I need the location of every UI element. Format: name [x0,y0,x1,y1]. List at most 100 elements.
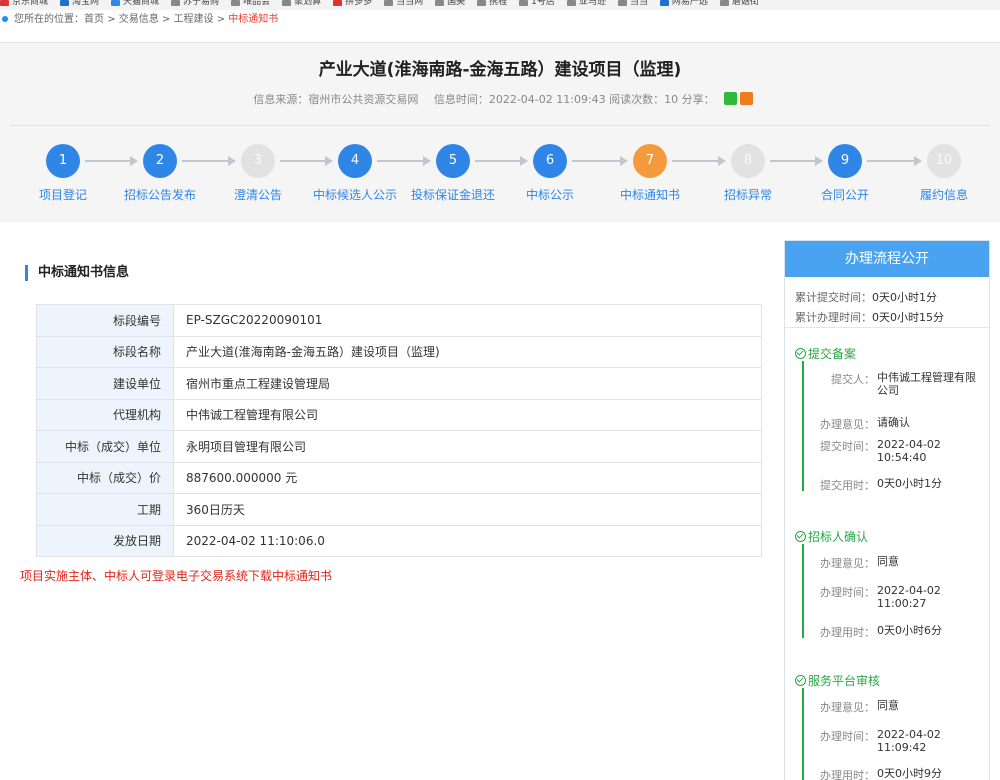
step-5-label[interactable]: 投标保证金退还 [398,186,508,203]
row-value: EP-SZGC20220090101 [173,304,762,337]
stage-field-value: 0天0小时9分 [877,767,942,780]
step-arrow-icon [475,156,528,166]
bookmark-favicon-icon [111,0,121,6]
step-7-label[interactable]: 中标通知书 [595,186,705,203]
bookmark-favicon-icon [0,0,9,6]
step-arrow-icon [770,156,823,166]
process-panel: 办理流程公开 累计提交时间：0天0小时1分 累计办理时间：0天0小时15分 提交… [784,240,990,780]
step-arrow-icon [280,156,333,166]
bookmark-item[interactable]: 当当网 [384,0,423,10]
check-circle-icon [795,675,806,686]
breadcrumb-home-link[interactable]: 首页 [84,14,104,25]
step-10-label[interactable]: 履约信息 [889,186,999,203]
stage-title: 提交备案 [795,345,856,362]
handle-total: 累计办理时间：0天0小时15分 [795,309,944,325]
bookmark-favicon-icon [282,0,292,6]
table-row: 中标（成交）单位 永明项目管理有限公司 [36,430,762,463]
article-meta: 信息来源：宿州市公共资源交易网 信息时间：2022-04-02 11:09:43… [0,91,1000,107]
bookmark-item[interactable]: 1号店 [519,0,555,10]
bookmark-item[interactable]: 当当 [617,0,648,10]
check-circle-icon [795,531,806,542]
bookmark-item[interactable]: 国美 [435,0,465,10]
step-3-circle[interactable]: 3 [241,144,275,178]
step-8-circle[interactable]: 8 [731,144,765,178]
bookmark-item[interactable]: 网易严选 [659,0,708,10]
breadcrumb-construction-link[interactable]: 工程建设 [174,14,214,25]
step-4-label[interactable]: 中标候选人公示 [300,186,410,203]
step-4-circle[interactable]: 4 [338,144,372,178]
stage-field-value: 2022-04-02 11:00:27 [877,584,941,610]
bookmark-item[interactable]: 蘑菇街 [719,0,759,10]
bookmark-item[interactable]: 聚划算 [282,0,321,10]
weibo-share-icon[interactable] [739,92,753,105]
divider [785,327,989,328]
row-label: 工期 [36,493,174,526]
bookmark-favicon-icon [60,0,70,6]
step-1-label[interactable]: 项目登记 [8,186,118,203]
table-row: 标段编号 EP-SZGC20220090101 [36,304,762,337]
step-2-label[interactable]: 招标公告发布 [105,186,215,203]
divider [10,125,990,126]
bookmark-favicon-icon [231,0,241,6]
bookmark-item[interactable]: 携程 [477,0,507,10]
bookmark-favicon-icon [333,0,343,6]
section-title: 中标通知书信息 [25,265,129,281]
step-arrow-icon [672,156,726,166]
submit-total: 累计提交时间：0天0小时1分 [795,289,937,305]
breadcrumb-prefix: 您所在的位置： [14,14,84,25]
breadcrumb-trade-info-link[interactable]: 交易信息 [119,14,159,25]
bookmark-item[interactable]: 拼多多 [333,0,372,10]
step-9-circle[interactable]: 9 [828,144,862,178]
step-9-label[interactable]: 合同公开 [790,186,900,203]
step-10-circle[interactable]: 10 [927,144,961,178]
bookmark-favicon-icon [519,0,529,6]
stage-field-label: 提交用时： [820,479,875,492]
submit-total-value: 0天0小时1分 [872,291,937,304]
bookmark-favicon-icon [477,0,487,6]
table-row: 建设单位 宿州市重点工程建设管理局 [36,367,762,400]
bookmark-item[interactable]: 天猫商城 [111,0,159,10]
step-3-label[interactable]: 澄清公告 [203,186,313,203]
stage-title: 招标人确认 [795,528,868,545]
bookmark-favicon-icon [617,0,627,6]
row-value: 887600.000000 元 [173,461,762,494]
location-icon [2,15,8,22]
breadcrumb-separator: > [107,14,116,25]
step-6-circle[interactable]: 6 [533,144,567,178]
step-1-circle[interactable]: 1 [46,144,80,178]
step-arrow-icon [867,156,922,166]
table-row: 工期 360日历天 [36,493,762,526]
bookmark-item[interactable]: 淘宝网 [60,0,99,10]
breadcrumb-separator: > [161,14,171,25]
bookmark-item[interactable]: 亚马逊 [566,0,606,10]
stage-field-value: 2022-04-02 11:09:42 [877,728,941,754]
bookmark-item[interactable]: 唯品会 [231,0,270,10]
stage-field-label: 提交人： [831,373,875,386]
stage-field-value: 同意 [877,699,899,712]
stage-field-label: 办理意见： [820,701,875,714]
row-label: 代理机构 [36,398,174,431]
step-2-circle[interactable]: 2 [143,144,177,178]
row-label: 标段编号 [36,304,174,337]
award-info-table: 标段编号 EP-SZGC20220090101 标段名称 产业大道(淮海南路-金海五路… [36,304,762,557]
step-6-label[interactable]: 中标公示 [495,186,605,203]
step-5-circle[interactable]: 5 [436,144,470,178]
panel-title: 办理流程公开 [785,241,989,277]
wechat-share-icon[interactable] [723,92,737,105]
bookmark-item[interactable]: 京东商城 [0,0,48,10]
step-7-circle[interactable]: 7 [633,144,667,178]
handle-total-label: 累计办理时间： [795,311,872,324]
stage-title: 服务平台审核 [795,672,880,689]
step-arrow-icon [377,156,431,166]
step-8-label[interactable]: 招标异常 [693,186,803,203]
row-label: 中标（成交）价 [36,461,174,494]
stage-field-value: 2022-04-02 10:54:40 [877,438,941,464]
stage-field-label: 办理意见： [820,418,875,431]
breadcrumb-separator: > [216,14,226,25]
bookmark-item[interactable]: 苏宁易购 [171,0,219,10]
stage-field-label: 办理用时： [820,626,875,639]
stage-field-label: 办理时间： [820,586,875,599]
stage-name: 招标人确认 [808,530,869,544]
stage-name: 服务平台审核 [808,674,881,688]
stage-field-value: 同意 [877,555,899,568]
